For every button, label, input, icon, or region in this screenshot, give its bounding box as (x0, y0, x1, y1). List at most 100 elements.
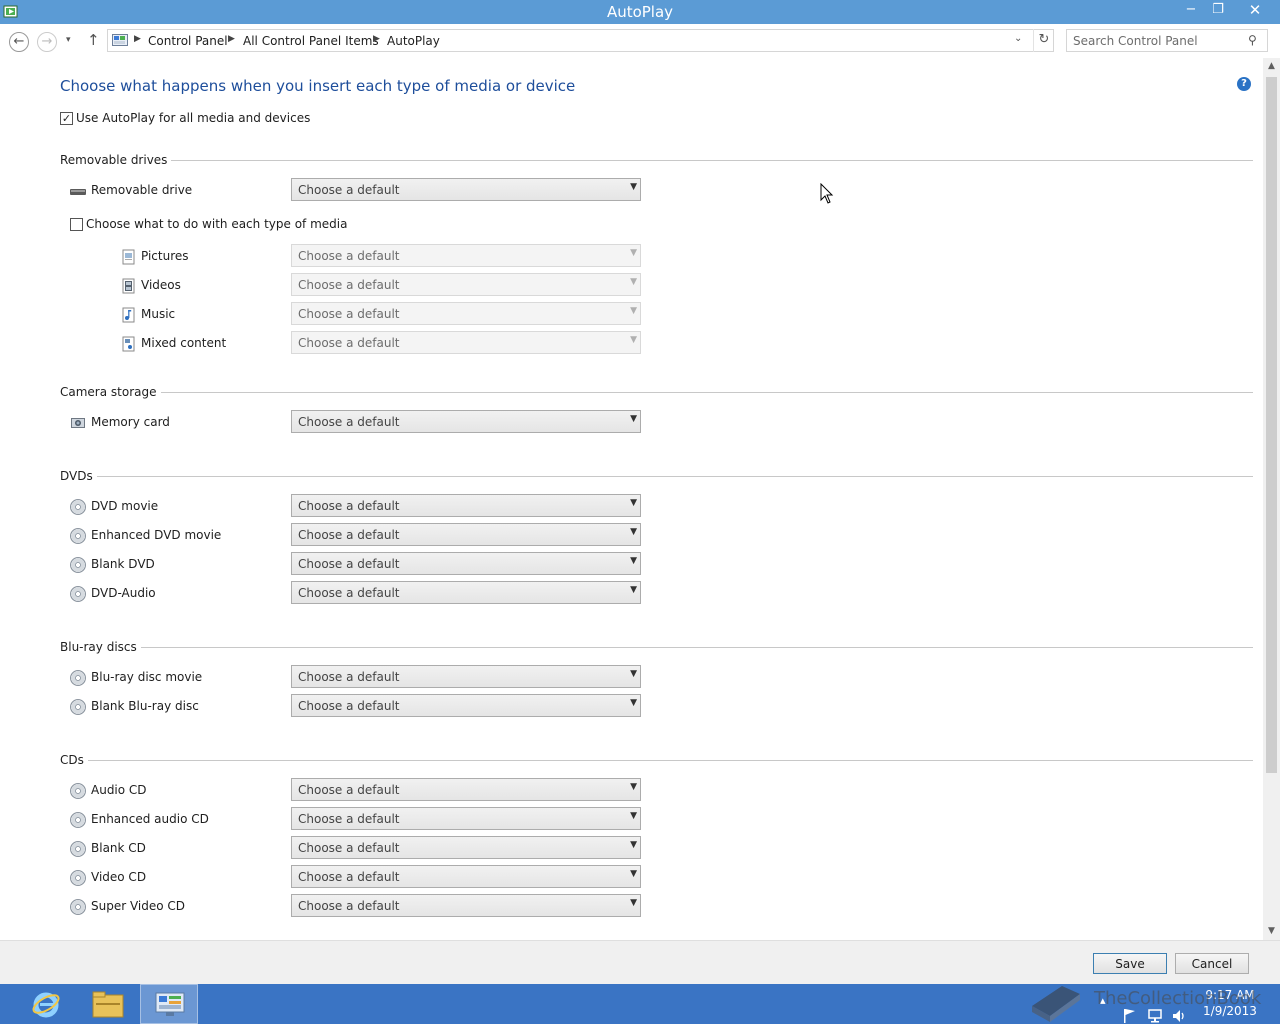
dvd-audio-icon (70, 586, 86, 602)
enhanced-dvd-movie-select[interactable]: Choose a default ▼ (291, 523, 641, 546)
refresh-button[interactable]: ↻ (1033, 29, 1054, 52)
title-bar: AutoPlay − ❐ ✕ (0, 0, 1280, 24)
forward-button[interactable]: → (37, 32, 57, 52)
chevron-down-icon: ▼ (630, 585, 637, 595)
section-removable-drives: Removable drives (60, 153, 1253, 167)
section-divider (60, 476, 1253, 477)
dvd-movie-select[interactable]: Choose a default ▼ (291, 494, 641, 517)
breadcrumb-separator-icon[interactable]: ▶ (373, 34, 380, 44)
videos-select[interactable]: Choose a default ▼ (291, 273, 641, 296)
media-label: Pictures (141, 249, 189, 263)
music-select[interactable]: Choose a default ▼ (291, 302, 641, 325)
blank-blu-ray-icon (70, 699, 86, 715)
chevron-down-icon: ▼ (630, 335, 637, 345)
dvd-label: Blank DVD (91, 557, 155, 571)
videos-icon (122, 278, 135, 294)
chevron-down-icon: ▼ (630, 277, 637, 287)
breadcrumb[interactable]: ▶ Control Panel ▶ All Control Panel Item… (107, 29, 1054, 52)
breadcrumb-control-panel[interactable]: Control Panel (148, 34, 228, 48)
watermark-text: TheCollectionBook (1094, 988, 1262, 1009)
pictures-select[interactable]: Choose a default ▼ (291, 244, 641, 267)
maximize-button[interactable]: ❐ (1205, 0, 1231, 22)
section-title: DVDs (60, 469, 97, 483)
section-divider (60, 760, 1253, 761)
blank-blu-ray-select[interactable]: Choose a default ▼ (291, 694, 641, 717)
pictures-icon (122, 249, 135, 265)
each-media-type-label[interactable]: Choose what to do with each type of medi… (86, 217, 347, 231)
chevron-down-icon: ▼ (630, 669, 637, 679)
cd-label: Super Video CD (91, 899, 186, 913)
minimize-button[interactable]: − (1178, 0, 1204, 22)
section-cds: CDs (60, 753, 1253, 767)
use-autoplay-label[interactable]: Use AutoPlay for all media and devices (76, 111, 310, 125)
address-dropdown-icon[interactable]: ⌄ (1014, 33, 1022, 44)
blu-ray-movie-icon (70, 670, 86, 686)
media-label: Music (141, 307, 176, 321)
search-input[interactable] (1073, 33, 1243, 49)
help-icon[interactable]: ? (1237, 77, 1251, 91)
taskbar-internet-explorer[interactable] (17, 984, 75, 1024)
watermark: TheCollectionBook (1028, 974, 1278, 1022)
scrollbar-thumb[interactable] (1266, 77, 1277, 773)
media-label: Mixed content (141, 336, 227, 350)
chevron-down-icon: ▼ (630, 414, 637, 424)
breadcrumb-separator-icon[interactable]: ▶ (134, 34, 141, 44)
cd-label: Video CD (91, 870, 147, 884)
blu-ray-movie-select[interactable]: Choose a default ▼ (291, 665, 641, 688)
search-icon[interactable]: ⚲ (1248, 33, 1257, 47)
breadcrumb-separator-icon[interactable]: ▶ (228, 34, 235, 44)
cd-label: Audio CD (91, 783, 147, 797)
memory-card-label: Memory card (91, 415, 170, 429)
chevron-down-icon: ▼ (630, 840, 637, 850)
each-media-type-checkbox[interactable]: Choose what to do with each type of medi… (70, 217, 347, 233)
internet-explorer-icon (32, 992, 60, 1018)
section-title: Blu-ray discs (60, 640, 141, 654)
breadcrumb-all-control-panel-items[interactable]: All Control Panel Items (243, 34, 379, 48)
search-box[interactable]: ⚲ (1066, 29, 1268, 52)
video-cd-icon (70, 870, 86, 886)
window-title: AutoPlay (606, 3, 674, 21)
cancel-button[interactable]: Cancel (1175, 953, 1249, 974)
chevron-down-icon: ▼ (630, 527, 637, 537)
removable-drive-select[interactable]: Choose a default ▼ (291, 178, 641, 201)
scroll-down-arrow-icon[interactable]: ▼ (1263, 923, 1280, 940)
removable-drive-label: Removable drive (91, 183, 193, 197)
up-button[interactable]: ↑ (87, 31, 100, 49)
recent-locations-dropdown[interactable]: ▾ (66, 35, 71, 45)
audio-cd-select[interactable]: Choose a default ▼ (291, 778, 641, 801)
chevron-down-icon: ▼ (630, 248, 637, 258)
taskbar-control-panel[interactable] (140, 984, 198, 1024)
section-divider (60, 647, 1253, 648)
checkbox-checked[interactable]: ✓ (60, 112, 73, 125)
super-video-cd-select[interactable]: Choose a default ▼ (291, 894, 641, 917)
control-panel-icon (155, 992, 185, 1016)
use-autoplay-checkbox[interactable]: ✓ Use AutoPlay for all media and devices (60, 111, 310, 127)
blank-cd-select[interactable]: Choose a default ▼ (291, 836, 641, 859)
blank-cd-icon (70, 841, 86, 857)
chevron-down-icon: ▼ (630, 811, 637, 821)
chevron-down-icon: ▼ (630, 869, 637, 879)
cd-label: Enhanced audio CD (91, 812, 209, 826)
vertical-scrollbar[interactable]: ▲ ▼ (1263, 58, 1280, 940)
dvd-movie-icon (70, 499, 86, 515)
section-camera-storage: Camera storage (60, 385, 1253, 399)
chevron-down-icon: ▼ (630, 306, 637, 316)
blank-dvd-icon (70, 557, 86, 573)
taskbar-file-explorer[interactable] (78, 984, 136, 1024)
scroll-up-arrow-icon[interactable]: ▲ (1263, 58, 1280, 75)
book-logo-icon (1032, 986, 1080, 1022)
section-title: CDs (60, 753, 88, 767)
close-button[interactable]: ✕ (1232, 0, 1278, 22)
dvd-audio-select[interactable]: Choose a default ▼ (291, 581, 641, 604)
memory-card-select[interactable]: Choose a default ▼ (291, 410, 641, 433)
folder-icon (92, 991, 124, 1018)
enhanced-audio-cd-select[interactable]: Choose a default ▼ (291, 807, 641, 830)
breadcrumb-autoplay[interactable]: AutoPlay (387, 34, 440, 48)
back-button[interactable]: ← (9, 32, 29, 52)
mixed-content-select[interactable]: Choose a default ▼ (291, 331, 641, 354)
checkbox-unchecked[interactable] (70, 218, 83, 231)
autoplay-settings-panel: Choose what happens when you insert each… (0, 58, 1263, 940)
save-button[interactable]: Save (1093, 953, 1167, 974)
video-cd-select[interactable]: Choose a default ▼ (291, 865, 641, 888)
blank-dvd-select[interactable]: Choose a default ▼ (291, 552, 641, 575)
